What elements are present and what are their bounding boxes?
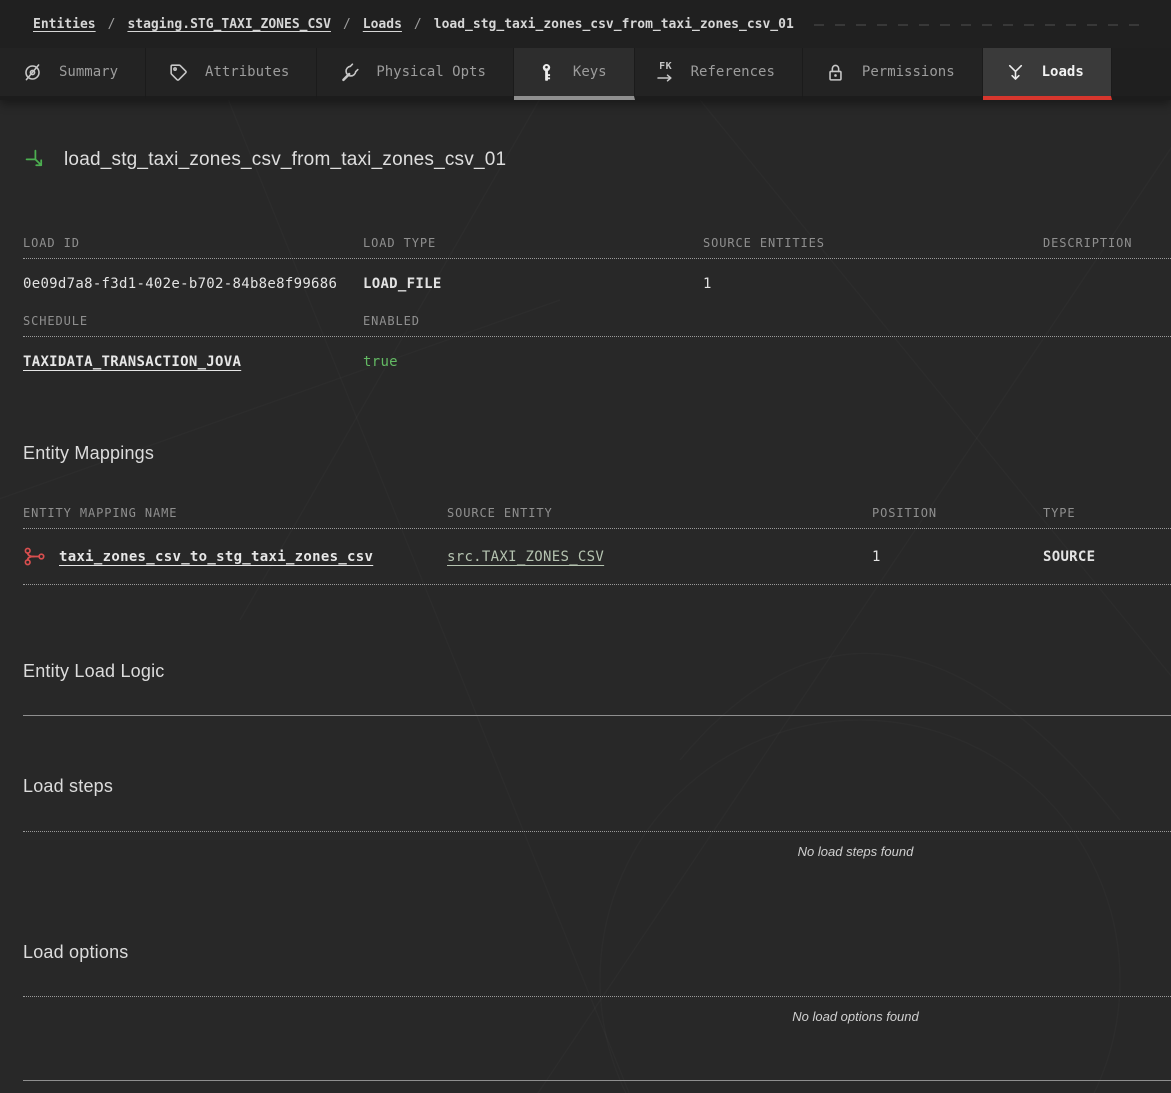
page-title-row: load_stg_taxi_zones_csv_from_taxi_zones_… <box>23 146 1171 174</box>
load-schedule-value-row: TAXIDATA_TRANSACTION_JOVA true <box>23 337 1171 371</box>
col-header-load-type: LOAD TYPE <box>363 236 703 250</box>
col-header-source-entity: SOURCE ENTITY <box>447 506 872 520</box>
enabled-value: true <box>363 354 703 371</box>
col-header-position: POSITION <box>872 506 1043 520</box>
load-schedule-table: SCHEDULE ENABLED TAXIDATA_TRANSACTION_JO… <box>23 314 1171 371</box>
col-header-type: TYPE <box>1043 506 1171 520</box>
load-id-value: 0e09d7a8-f3d1-402e-b702-84b8e8f99686 <box>23 276 363 293</box>
mapping-position-value: 1 <box>872 549 1043 565</box>
tab-physical-opts[interactable]: Physical Opts <box>317 48 514 100</box>
entity-tab-bar: Summary Attributes Physical Opts <box>0 48 1171 100</box>
tab-label: Attributes <box>205 64 289 80</box>
col-header-entity-mapping-name: ENTITY MAPPING NAME <box>23 506 447 520</box>
load-type-value: LOAD_FILE <box>363 276 703 293</box>
breadcrumb-separator: / <box>414 17 422 32</box>
tab-label: References <box>691 64 775 80</box>
breadcrumb-link-loads[interactable]: Loads <box>363 17 402 32</box>
tab-bar-filler <box>1112 48 1171 100</box>
col-header-load-id: LOAD ID <box>23 236 363 250</box>
fk-arrow-icon: FK <box>657 62 675 82</box>
tab-label: Keys <box>573 64 607 80</box>
key-icon <box>536 62 557 83</box>
tab-loads[interactable]: Loads <box>983 48 1112 100</box>
col-header-description: DESCRIPTION <box>1043 236 1171 250</box>
tab-keys[interactable]: Keys <box>514 48 635 100</box>
fk-arrow <box>657 74 675 82</box>
col-header-source-entities: SOURCE ENTITIES <box>703 236 1043 250</box>
breadcrumb-current-load: load_stg_taxi_zones_csv_from_taxi_zones_… <box>434 17 794 32</box>
load-options-heading: Load options <box>23 942 1171 963</box>
lock-icon <box>825 62 846 83</box>
tab-label: Physical Opts <box>376 64 486 80</box>
bottom-divider <box>23 1080 1171 1081</box>
tab-permissions[interactable]: Permissions <box>803 48 983 100</box>
fk-icon-label: FK <box>659 62 672 72</box>
col-header-schedule: SCHEDULE <box>23 314 363 328</box>
entity-mappings-heading: Entity Mappings <box>23 443 1171 464</box>
breadcrumb: Entities / staging.STG_TAXI_ZONES_CSV / … <box>0 0 1171 48</box>
source-entity-link[interactable]: src.TAXI_ZONES_CSV <box>447 549 604 565</box>
tab-summary[interactable]: Summary <box>0 48 146 100</box>
mapping-branch-icon <box>23 545 46 568</box>
tab-label: Loads <box>1042 64 1084 80</box>
load-schedule-header-row: SCHEDULE ENABLED <box>23 314 1171 337</box>
tab-label: Permissions <box>862 64 955 80</box>
mapping-type-value: SOURCE <box>1043 549 1171 565</box>
entity-mappings-header-row: ENTITY MAPPING NAME SOURCE ENTITY POSITI… <box>23 506 1171 529</box>
page-title: load_stg_taxi_zones_csv_from_taxi_zones_… <box>64 149 506 171</box>
breadcrumb-separator: / <box>108 17 116 32</box>
breadcrumb-link-entities[interactable]: Entities <box>33 17 96 32</box>
load-detail-content: load_stg_taxi_zones_csv_from_taxi_zones_… <box>0 146 1171 1081</box>
tab-attributes[interactable]: Attributes <box>146 48 317 100</box>
load-details-value-row: 0e09d7a8-f3d1-402e-b702-84b8e8f99686 LOA… <box>23 259 1171 293</box>
entity-mappings-table: ENTITY MAPPING NAME SOURCE ENTITY POSITI… <box>23 506 1171 585</box>
entity-summary-icon <box>22 62 43 83</box>
load-details-header-row: LOAD ID LOAD TYPE SOURCE ENTITIES DESCRI… <box>23 236 1171 259</box>
schedule-link[interactable]: TAXIDATA_TRANSACTION_JOVA <box>23 354 241 370</box>
breadcrumb-separator: / <box>343 17 351 32</box>
load-options-empty-message: No load options found <box>540 997 1171 1024</box>
wrench-icon <box>339 62 360 83</box>
entity-mapping-name-link[interactable]: taxi_zones_csv_to_stg_taxi_zones_csv <box>59 549 373 565</box>
tag-icon <box>168 62 189 83</box>
load-merge-arrow-icon <box>23 147 50 174</box>
entity-load-logic-heading: Entity Load Logic <box>23 661 1171 682</box>
description-value <box>1043 276 1171 293</box>
load-detail-page: Entities / staging.STG_TAXI_ZONES_CSV / … <box>0 0 1171 1093</box>
section-divider <box>23 715 1171 716</box>
breadcrumb-dashed-leader <box>814 24 1141 26</box>
entity-mapping-row: taxi_zones_csv_to_stg_taxi_zones_csv src… <box>23 529 1171 585</box>
tab-references[interactable]: FK References <box>635 48 803 100</box>
load-steps-empty-message: No load steps found <box>540 832 1171 859</box>
breadcrumb-link-entity[interactable]: staging.STG_TAXI_ZONES_CSV <box>127 17 331 32</box>
col-header-enabled: ENABLED <box>363 314 703 328</box>
load-steps-heading: Load steps <box>23 776 1171 797</box>
source-entities-value: 1 <box>703 276 1043 293</box>
tab-label: Summary <box>59 64 118 80</box>
merge-arrow-icon <box>1005 62 1026 83</box>
load-details-table: LOAD ID LOAD TYPE SOURCE ENTITIES DESCRI… <box>23 236 1171 293</box>
